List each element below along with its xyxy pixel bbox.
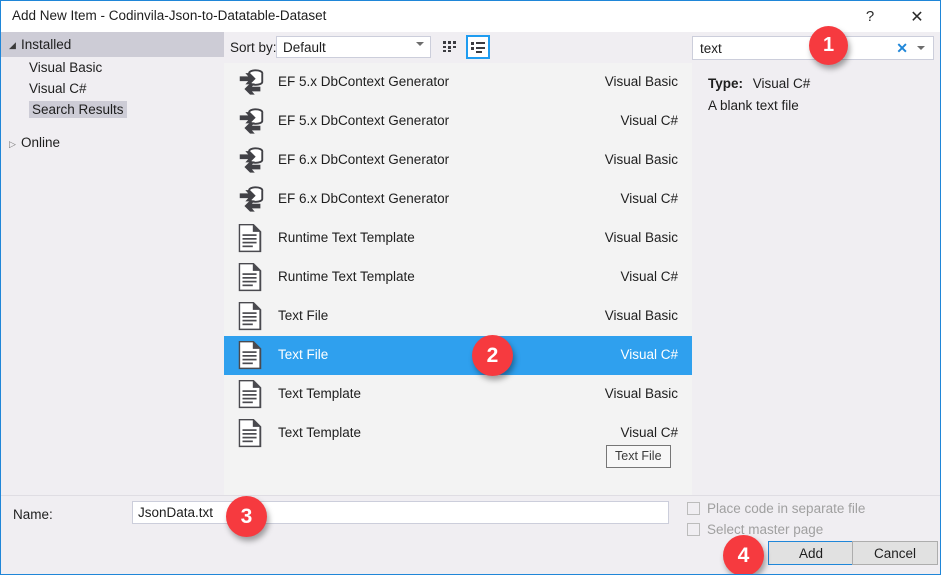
text-file-icon [236,301,268,333]
list-view-button[interactable] [466,35,490,59]
sidebar-item-label: Visual Basic [29,60,103,75]
db-context-generator-icon [236,106,268,138]
template-language: Visual C# [620,191,678,206]
file-name-input[interactable]: JsonData.txt [132,501,669,524]
template-name: EF 5.x DbContext Generator [278,113,450,128]
sidebar-item-search-results[interactable]: Search Results [1,99,224,120]
annotation-badge-3: 3 [226,496,267,537]
checkbox-icon [687,502,700,515]
add-button[interactable]: Add [768,541,854,565]
add-new-item-dialog: Add New Item - Codinvila-Json-to-Datatab… [0,0,941,575]
text-file-icon [236,262,268,294]
template-list-item[interactable]: EF 6.x DbContext Generator Visual Basic [224,141,692,180]
file-name-value: JsonData.txt [138,505,214,520]
sort-by-value: Default [283,40,326,55]
template-name: EF 5.x DbContext Generator [278,74,450,89]
template-list-item[interactable]: Runtime Text Template Visual C# [224,258,692,297]
db-context-generator-icon [236,67,268,99]
sidebar-item-label: Search Results [29,101,127,118]
checkbox-icon [687,523,700,536]
template-list-item[interactable]: Text File Visual Basic [224,297,692,336]
template-name: Runtime Text Template [278,230,415,245]
sidebar-group-installed[interactable]: ◢ Installed [1,32,224,57]
template-name: Runtime Text Template [278,269,415,284]
checkbox-label: Place code in separate file [707,501,866,516]
template-description: A blank text file [708,98,799,113]
select-master-page-checkbox[interactable]: Select master page [687,522,823,537]
sidebar-item-visual-csharp[interactable]: Visual C# [1,78,224,99]
text-file-icon [236,379,268,411]
search-value: text [700,41,722,56]
sort-by-label: Sort by: [230,40,277,55]
db-context-generator-icon [236,145,268,177]
place-code-in-separate-file-checkbox[interactable]: Place code in separate file [687,501,865,516]
template-list-item[interactable]: EF 5.x DbContext Generator Visual Basic [224,63,692,102]
db-context-generator-icon [236,184,268,216]
sidebar-group-label: Online [21,135,61,150]
expanded-triangle-icon: ◢ [9,40,16,50]
cancel-button[interactable]: Cancel [852,541,938,565]
type-label: Type: [708,76,744,91]
sidebar-group-label: Installed [21,37,72,52]
help-button[interactable]: ? [847,1,893,32]
template-list-item[interactable]: Runtime Text Template Visual Basic [224,219,692,258]
tiles-view-button[interactable] [438,35,462,59]
tiles-view-icon [443,41,456,52]
template-language: Visual C# [620,269,678,284]
template-info-panel: Type: Visual C# A blank text file [692,63,940,495]
collapsed-triangle-icon: ▷ [9,139,16,149]
title-bar: Add New Item - Codinvila-Json-to-Datatab… [1,1,940,32]
template-list-item[interactable]: EF 6.x DbContext Generator Visual C# [224,180,692,219]
template-language: Visual C# [620,347,678,362]
chevron-down-icon [416,42,424,46]
template-language: Visual Basic [604,152,678,167]
list-toolbar: Sort by: Default [224,32,692,63]
text-file-icon [236,418,268,450]
window-title: Add New Item - Codinvila-Json-to-Datatab… [12,8,327,23]
dialog-footer: Name: JsonData.txt Place code in separat… [1,495,940,574]
template-list-item[interactable]: Text File Visual C# [224,336,692,375]
template-list-item[interactable]: EF 5.x DbContext Generator Visual C# [224,102,692,141]
tooltip: Text File [606,445,671,468]
sidebar-item-label: Visual C# [29,81,87,96]
list-view-icon [471,42,485,53]
chevron-down-icon[interactable] [917,46,925,50]
template-language: Visual C# [620,425,678,440]
template-name: Text Template [278,386,362,401]
clear-search-icon[interactable]: ✕ [896,40,908,57]
checkbox-label: Select master page [707,522,824,537]
template-type: Type: Visual C# [708,76,810,91]
question-mark-icon: ? [865,8,875,25]
template-language: Visual Basic [604,386,678,401]
template-name: Text File [278,308,329,323]
template-name: EF 6.x DbContext Generator [278,191,450,206]
close-button[interactable]: ✕ [894,1,940,32]
sidebar-group-online[interactable]: ▷ Online [1,130,224,155]
text-file-icon [236,340,268,372]
name-label: Name: [13,507,53,522]
template-name: EF 6.x DbContext Generator [278,152,450,167]
annotation-badge-1: 1 [809,26,848,65]
template-list[interactable]: EF 5.x DbContext Generator Visual Basic EF… [224,63,692,495]
template-name: Text Template [278,425,362,440]
text-file-icon [236,223,268,255]
sort-by-select[interactable]: Default [276,36,431,58]
template-name: Text File [278,347,329,362]
template-language: Visual C# [620,113,678,128]
close-icon: ✕ [910,8,924,26]
sidebar-item-visual-basic[interactable]: Visual Basic [1,57,224,78]
annotation-badge-2: 2 [472,335,513,376]
template-language: Visual Basic [604,308,678,323]
template-language: Visual Basic [604,230,678,245]
template-list-item[interactable]: Text Template Visual Basic [224,375,692,414]
categories-sidebar: ◢ Installed Visual Basic Visual C# Search… [1,32,224,495]
template-language: Visual Basic [604,74,678,89]
type-value: Visual C# [752,76,811,91]
annotation-badge-4: 4 [723,535,764,574]
